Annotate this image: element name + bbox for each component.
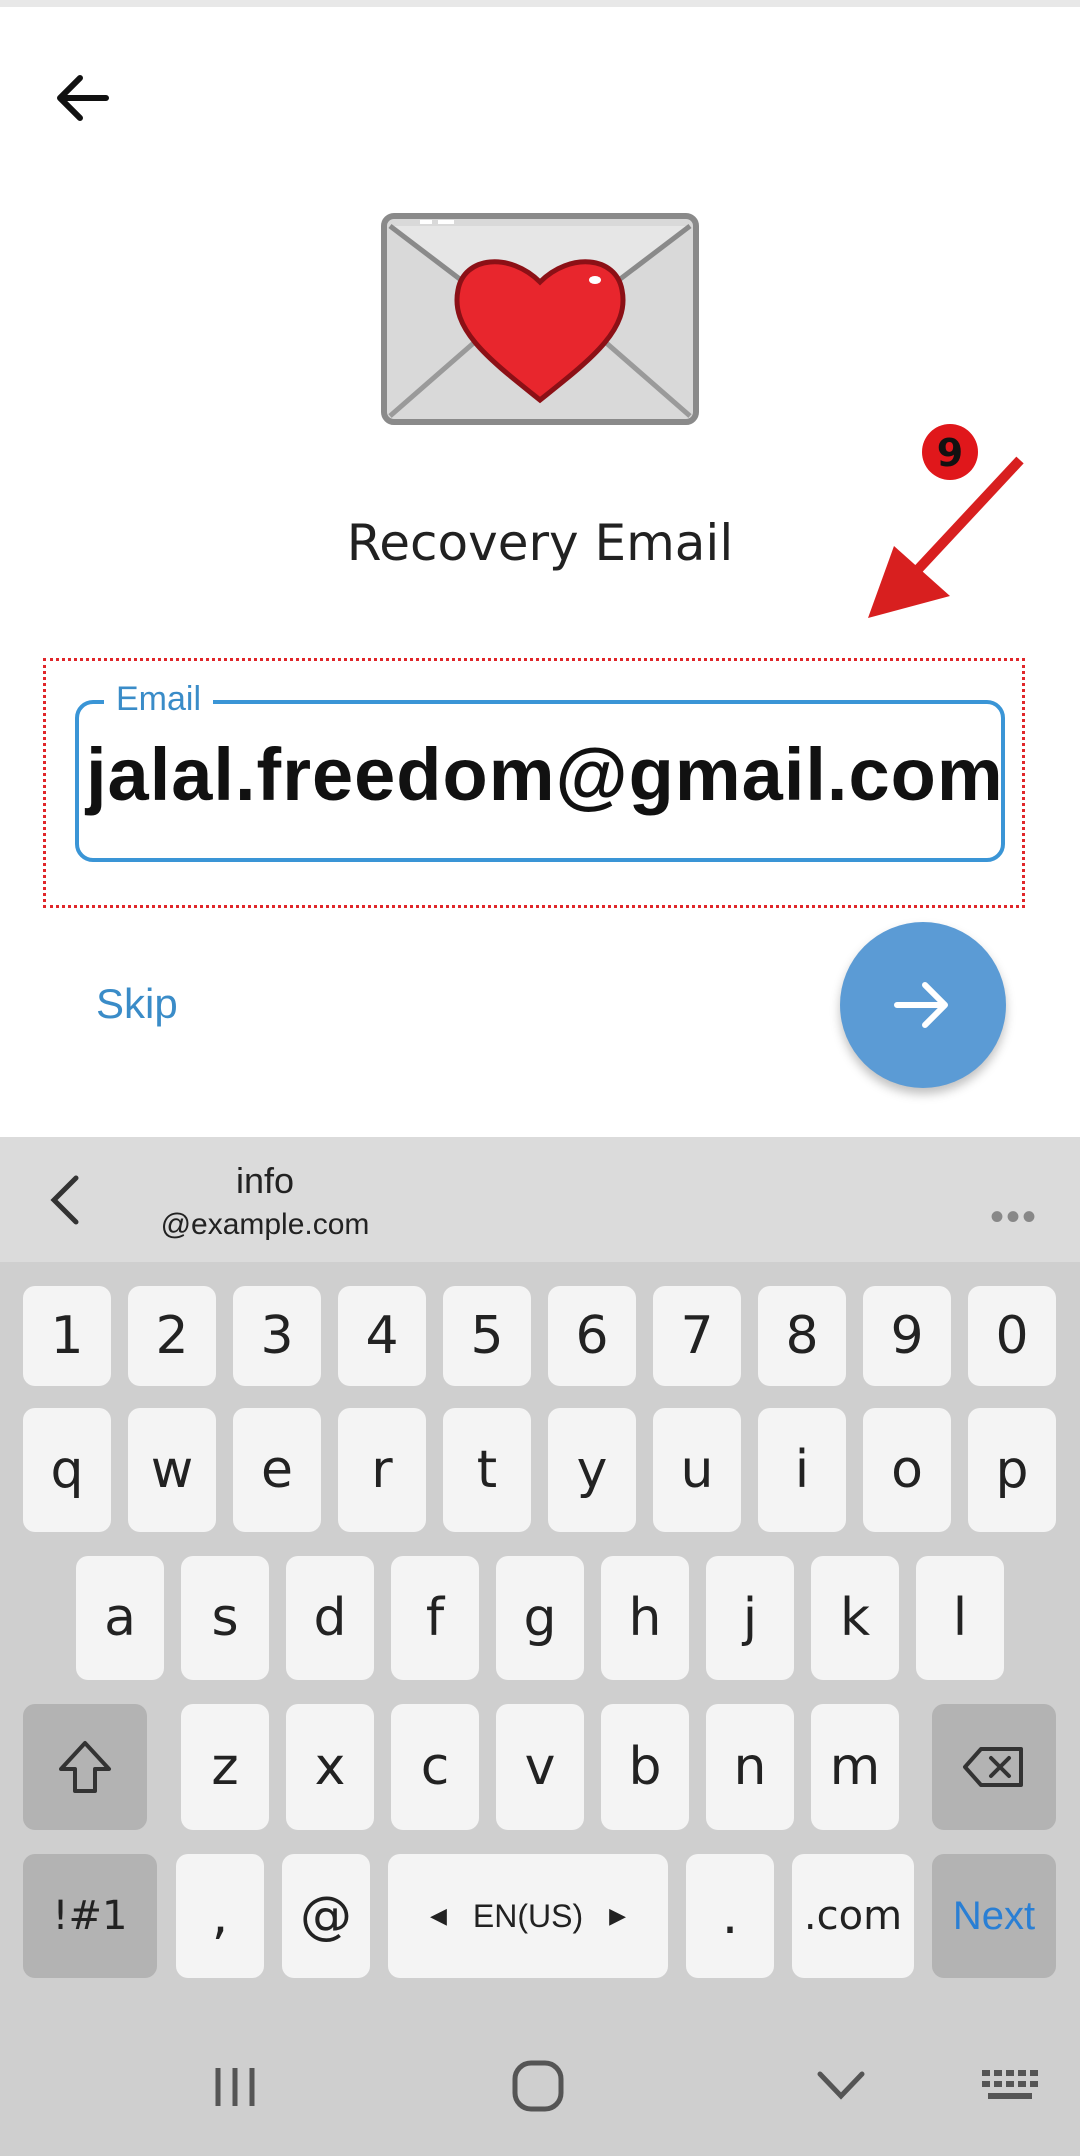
symbols-key[interactable]: !#1 <box>23 1854 157 1978</box>
key-x[interactable]: x <box>286 1704 374 1830</box>
email-field-value[interactable]: jalal.freedom@gmail.com <box>86 732 1006 817</box>
caret-left-icon: ◀ <box>429 1903 447 1928</box>
key-a[interactable]: a <box>76 1556 164 1680</box>
key-k[interactable]: k <box>811 1556 899 1680</box>
key-w[interactable]: w <box>128 1408 216 1532</box>
arrow-right-icon <box>894 982 948 1028</box>
chevron-left-icon[interactable] <box>40 1170 90 1230</box>
key-7[interactable]: 7 <box>653 1286 741 1386</box>
space-key-label: EN(US) <box>472 1897 584 1934</box>
shift-key[interactable] <box>23 1704 147 1830</box>
key-0[interactable]: 0 <box>968 1286 1056 1386</box>
key-n[interactable]: n <box>706 1704 794 1830</box>
key-g[interactable]: g <box>496 1556 584 1680</box>
shift-icon <box>59 1741 111 1793</box>
key-q[interactable]: q <box>23 1408 111 1532</box>
key-5[interactable]: 5 <box>443 1286 531 1386</box>
key-h[interactable]: h <box>601 1556 689 1680</box>
caret-right-icon: ▶ <box>609 1903 627 1928</box>
key-p[interactable]: p <box>968 1408 1056 1532</box>
annotation-badge: 9 <box>937 431 963 475</box>
backspace-key[interactable] <box>932 1704 1056 1830</box>
keyboard-icon[interactable] <box>980 2068 1040 2104</box>
key-6[interactable]: 6 <box>548 1286 636 1386</box>
key-b[interactable]: b <box>601 1704 689 1830</box>
annotation-arrow-icon: 9 <box>868 424 1024 618</box>
next-fab-button[interactable] <box>840 922 1006 1088</box>
key-1[interactable]: 1 <box>23 1286 111 1386</box>
envelope-heart-icon <box>381 213 699 425</box>
comma-key[interactable]: , <box>176 1854 264 1978</box>
key-c[interactable]: c <box>391 1704 479 1830</box>
key-y[interactable]: y <box>548 1408 636 1532</box>
key-i[interactable]: i <box>758 1408 846 1532</box>
key-l[interactable]: l <box>916 1556 1004 1680</box>
skip-button[interactable]: Skip <box>96 980 178 1028</box>
key-s[interactable]: s <box>181 1556 269 1680</box>
key-4[interactable]: 4 <box>338 1286 426 1386</box>
backspace-icon <box>963 1747 1023 1787</box>
more-options-icon[interactable]: ••• <box>990 1195 1038 1240</box>
key-t[interactable]: t <box>443 1408 531 1532</box>
email-field-label: Email <box>104 680 214 719</box>
key-z[interactable]: z <box>181 1704 269 1830</box>
key-e[interactable]: e <box>233 1408 321 1532</box>
period-key[interactable]: . <box>686 1854 774 1978</box>
key-r[interactable]: r <box>338 1408 426 1532</box>
key-f[interactable]: f <box>391 1556 479 1680</box>
suggestion-sub[interactable]: @example.com <box>160 1208 370 1242</box>
status-strip <box>0 0 1080 7</box>
dotcom-key[interactable]: .com <box>792 1854 914 1978</box>
key-m[interactable]: m <box>811 1704 899 1830</box>
key-v[interactable]: v <box>496 1704 584 1830</box>
next-key[interactable]: Next <box>932 1854 1056 1978</box>
key-d[interactable]: d <box>286 1556 374 1680</box>
home-icon[interactable] <box>510 2058 566 2114</box>
key-j[interactable]: j <box>706 1556 794 1680</box>
key-9[interactable]: 9 <box>863 1286 951 1386</box>
suggestion-main[interactable]: info <box>160 1160 370 1202</box>
key-u[interactable]: u <box>653 1408 741 1532</box>
key-8[interactable]: 8 <box>758 1286 846 1386</box>
at-key[interactable]: @ <box>282 1854 370 1978</box>
recent-apps-icon[interactable] <box>210 2062 260 2112</box>
key-2[interactable]: 2 <box>128 1286 216 1386</box>
back-arrow-icon[interactable] <box>44 58 124 138</box>
hide-keyboard-icon[interactable] <box>816 2066 866 2106</box>
key-o[interactable]: o <box>863 1408 951 1532</box>
space-key[interactable]: ◀ EN(US) ▶ <box>388 1854 668 1978</box>
key-3[interactable]: 3 <box>233 1286 321 1386</box>
